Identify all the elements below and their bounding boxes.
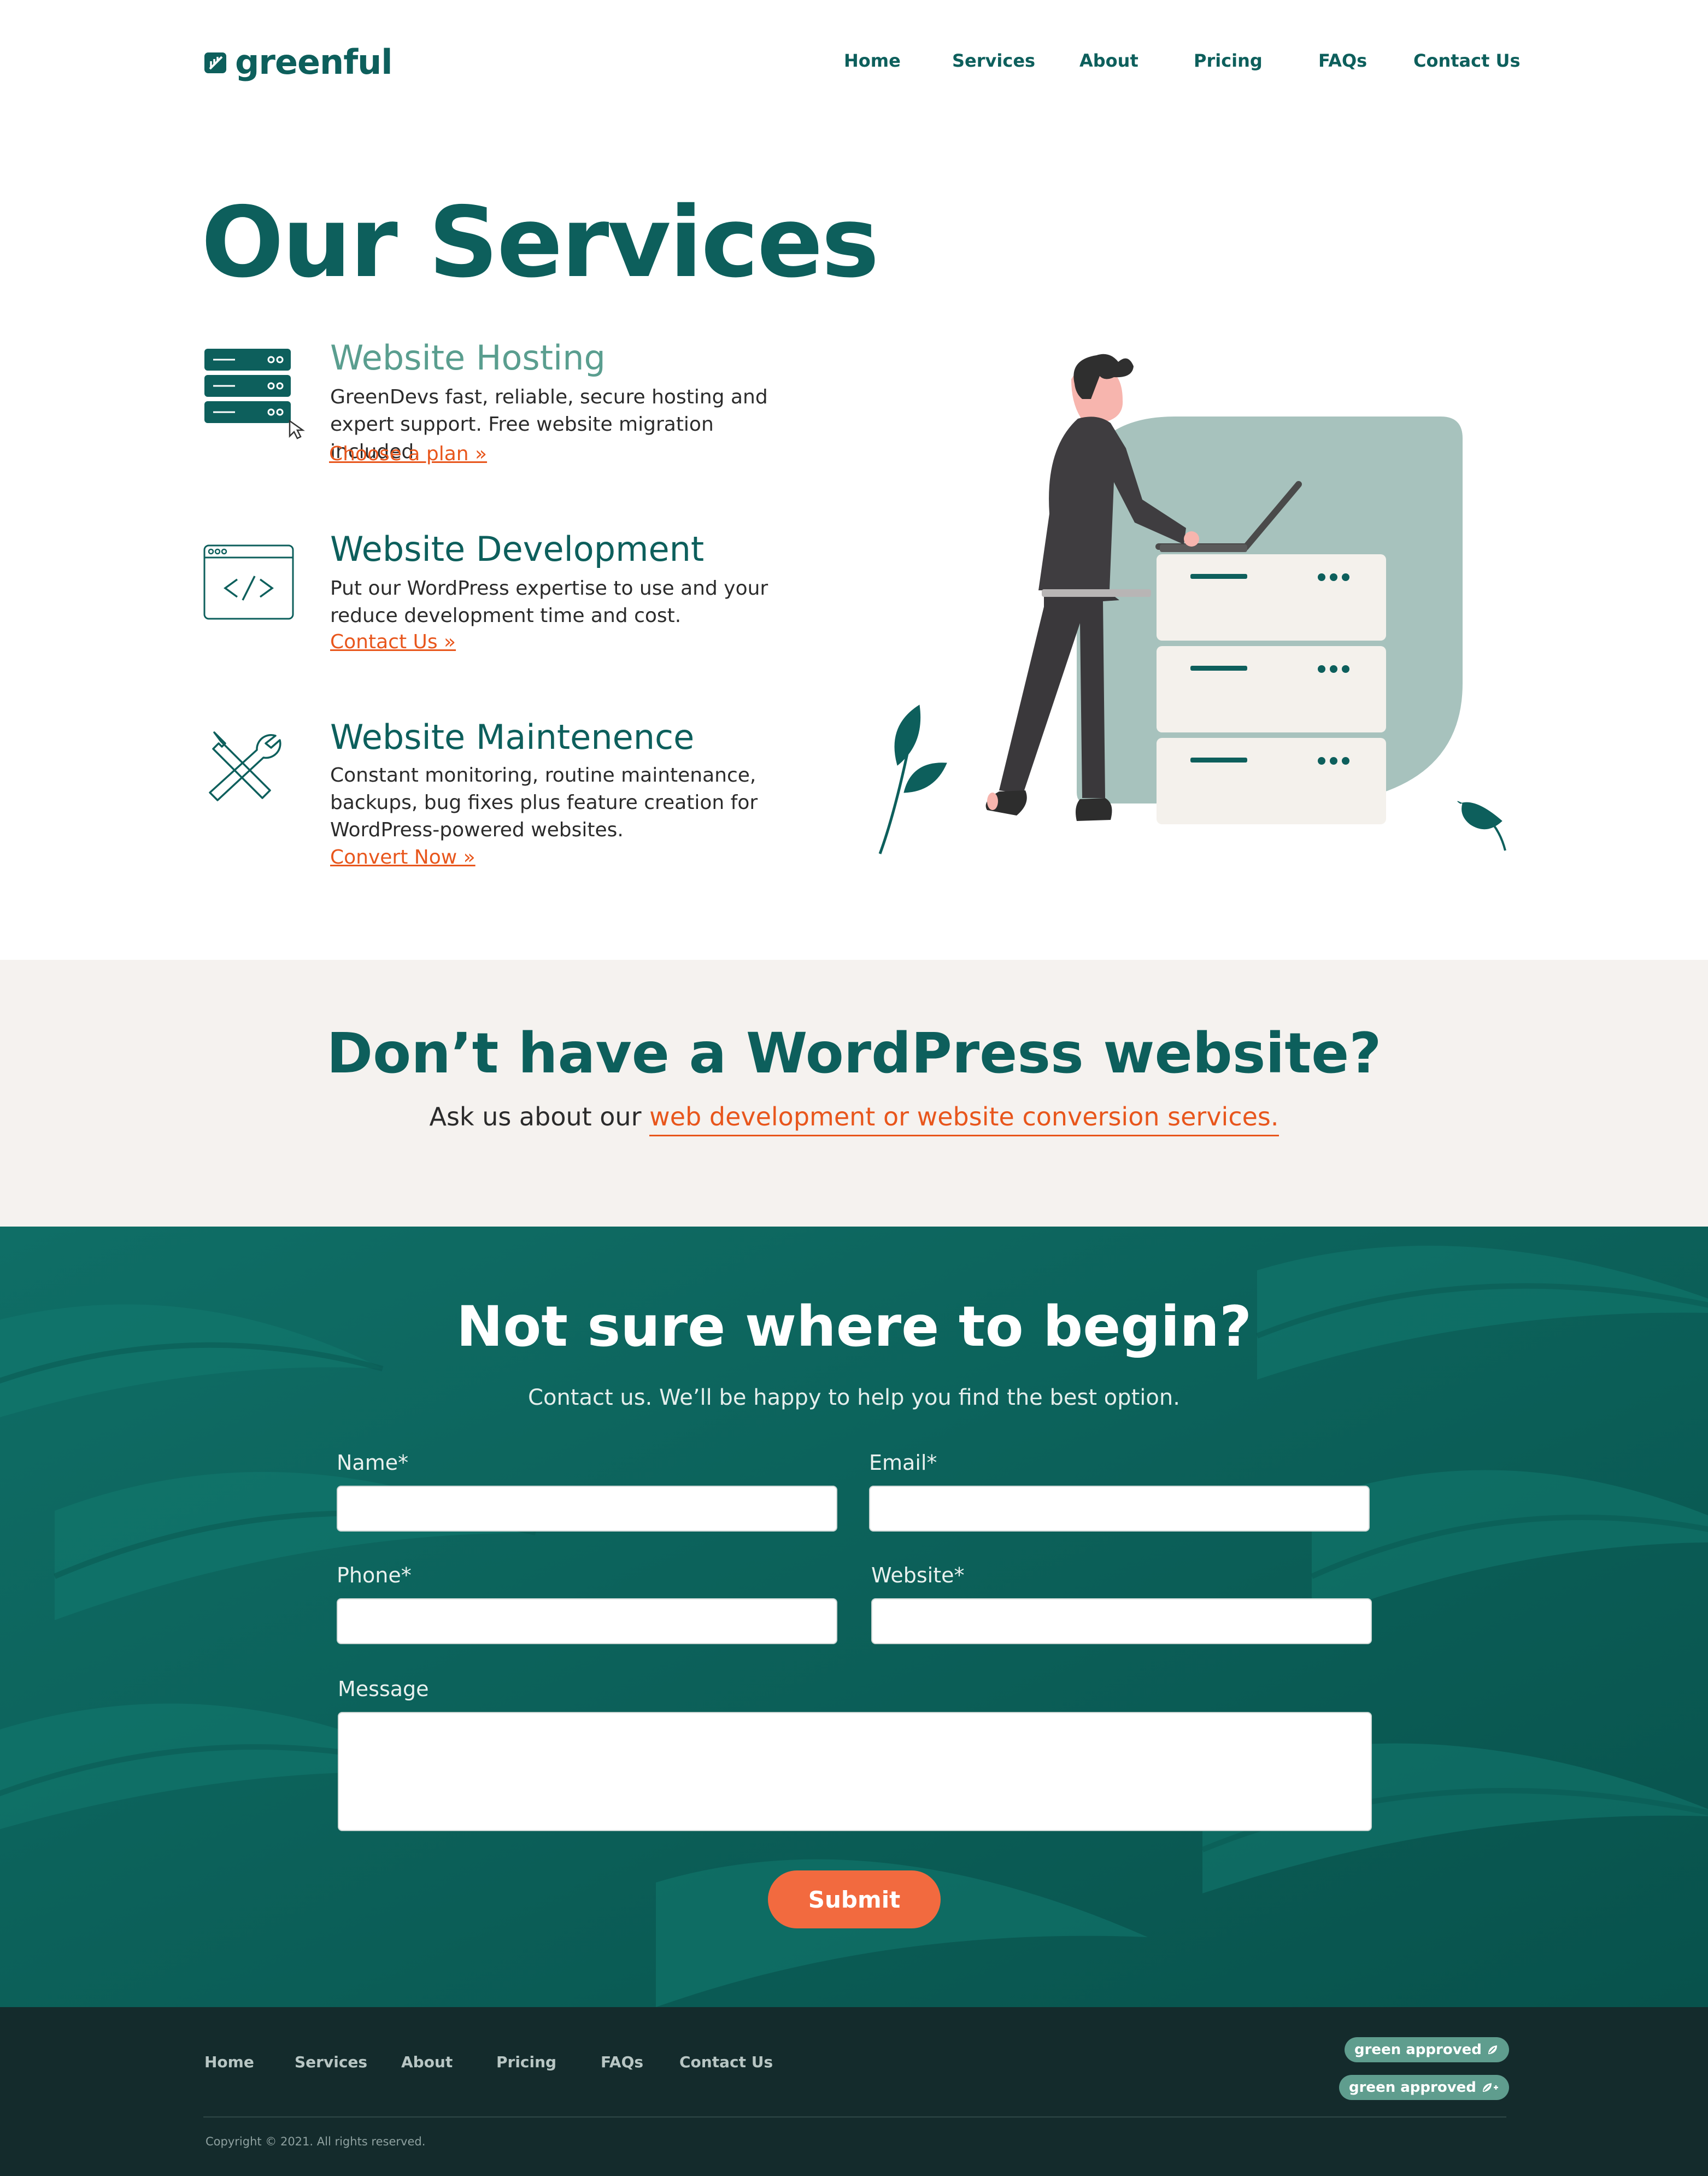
wrench-screwdriver-icon — [209, 731, 281, 801]
phone-input[interactable] — [337, 1598, 837, 1644]
nav-faqs[interactable]: FAQs — [1318, 50, 1367, 71]
server-rack-icon — [204, 349, 305, 439]
message-textarea[interactable] — [338, 1712, 1372, 1831]
contact-title: Not sure where to begin? — [456, 1294, 1252, 1359]
footer-divider — [203, 2116, 1506, 2118]
leaf-icon — [1488, 2045, 1497, 2054]
leaf-plus-icon — [1482, 2083, 1498, 2092]
nav-home[interactable]: Home — [844, 50, 901, 71]
green-approved-badge-2[interactable]: green approved — [1339, 2075, 1509, 2100]
contact-subtitle: Contact us. We’ll be happy to help you f… — [528, 1385, 1180, 1410]
service-title-maintenance: Website Maintenence — [330, 717, 695, 757]
service-desc-development: Put our WordPress expertise to use and y… — [330, 577, 768, 627]
nav-contact-us[interactable]: Contact Us — [1413, 50, 1521, 71]
cta-band-text: Ask us about our web development or webs… — [0, 1102, 1708, 1136]
person-at-server-illustration — [878, 354, 1506, 854]
cta-band-title: Don’t have a WordPress website? — [326, 1021, 1382, 1086]
leaf-box-icon — [204, 52, 226, 73]
footer-nav-services[interactable]: Services — [295, 2053, 367, 2071]
contact-us-link[interactable]: Contact Us » — [330, 631, 456, 653]
email-input[interactable] — [869, 1486, 1370, 1532]
website-input[interactable] — [871, 1598, 1372, 1644]
choose-plan-link[interactable]: Choose a plan » — [329, 443, 487, 465]
name-input[interactable] — [337, 1486, 837, 1532]
badge-label-2: green approved — [1349, 2079, 1476, 2096]
name-label: Name* — [337, 1451, 409, 1475]
nav-pricing[interactable]: Pricing — [1194, 50, 1263, 71]
footer-nav-about[interactable]: About — [401, 2053, 453, 2071]
website-label: Website* — [871, 1563, 965, 1587]
copyright: Copyright © 2021. All rights reserved. — [206, 2135, 426, 2148]
footer-nav-contact-us[interactable]: Contact Us — [679, 2053, 773, 2071]
footer-nav-faqs[interactable]: FAQs — [601, 2053, 643, 2071]
green-approved-badge[interactable]: green approved — [1345, 2037, 1509, 2062]
service-desc-maintenance: Constant monitoring, routine maintenance… — [330, 764, 758, 841]
submit-button[interactable]: Submit — [768, 1870, 941, 1928]
cta-band-prefix: Ask us about our — [429, 1102, 650, 1131]
message-label: Message — [338, 1677, 429, 1701]
service-title-development: Website Development — [330, 529, 705, 569]
logo[interactable]: greenful — [203, 42, 393, 82]
cta-band — [0, 960, 1708, 1227]
footer-nav-home[interactable]: Home — [204, 2053, 254, 2071]
nav-services[interactable]: Services — [952, 50, 1035, 71]
nav-about[interactable]: About — [1079, 50, 1138, 71]
logo-text: greenful — [235, 42, 393, 82]
footer-nav-pricing[interactable]: Pricing — [496, 2053, 556, 2071]
conversion-services-link[interactable]: web development or website conversion se… — [649, 1102, 1279, 1136]
service-title-hosting: Website Hosting — [330, 338, 606, 378]
badge-label: green approved — [1354, 2042, 1482, 2058]
code-window-icon — [203, 544, 294, 620]
phone-label: Phone* — [337, 1563, 412, 1587]
email-label: Email* — [869, 1451, 937, 1475]
page: greenful Home Services About Pricing FAQ… — [0, 0, 1708, 2176]
convert-now-link[interactable]: Convert Now » — [330, 846, 476, 869]
page-title: Our Services — [201, 186, 879, 299]
